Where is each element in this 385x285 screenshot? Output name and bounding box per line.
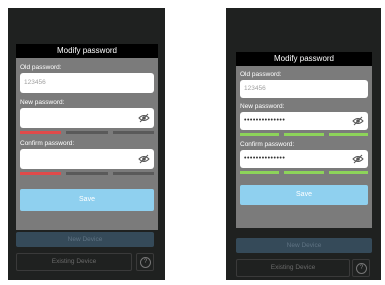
strength-segment (66, 131, 108, 134)
strength-segment (112, 131, 154, 134)
strength-segment (240, 171, 280, 174)
strength-segment (240, 133, 280, 136)
new-password-input[interactable]: •••••••••••••• (240, 112, 368, 130)
save-button[interactable]: Save (240, 185, 368, 205)
confirm-password-strength (20, 172, 154, 175)
help-icon: ? (356, 263, 367, 274)
old-password-label: Old password: (20, 64, 62, 71)
confirm-password-strength (240, 171, 368, 174)
new-password-value: •••••••••••••• (244, 117, 286, 124)
new-password-label: New password: (20, 99, 65, 106)
strength-segment (284, 133, 324, 136)
new-password-strength (240, 133, 368, 136)
modify-password-dialog: Modify password Old password: 123456 New… (236, 52, 372, 228)
hide-password-icon[interactable] (352, 116, 364, 126)
new-password-strength (20, 131, 154, 134)
confirm-password-label: Confirm password: (20, 140, 75, 147)
old-password-placeholder: 123456 (244, 85, 266, 92)
confirm-password-label: Confirm password: (240, 141, 295, 148)
existing-device-button[interactable]: Existing Device (16, 253, 132, 271)
modify-password-dialog: Modify password Old password: 123456 New… (16, 44, 158, 230)
hide-password-icon[interactable] (352, 154, 364, 164)
dialog-title: Modify password (236, 52, 372, 66)
phone-screen-right: Modify password Old password: 123456 New… (226, 8, 381, 280)
phone-screen-left: Modify password Old password: 123456 New… (8, 8, 165, 280)
dialog-title: Modify password (16, 44, 158, 58)
strength-segment (328, 133, 368, 136)
new-device-button[interactable]: New Device (236, 238, 372, 253)
old-password-label: Old password: (240, 71, 282, 78)
strength-segment (284, 171, 324, 174)
help-button[interactable]: ? (352, 259, 370, 277)
new-password-input[interactable] (20, 108, 154, 128)
strength-segment (20, 131, 62, 134)
strength-segment (66, 172, 108, 175)
old-password-input[interactable]: 123456 (240, 80, 368, 98)
strength-segment (328, 171, 368, 174)
strength-segment (20, 172, 62, 175)
new-device-button[interactable]: New Device (16, 232, 154, 247)
old-password-input[interactable]: 123456 (20, 73, 154, 93)
hide-password-icon[interactable] (138, 113, 150, 123)
confirm-password-value: •••••••••••••• (244, 155, 286, 162)
save-button[interactable]: Save (20, 189, 154, 211)
confirm-password-input[interactable] (20, 149, 154, 169)
help-button[interactable]: ? (136, 253, 154, 271)
help-icon: ? (140, 257, 151, 268)
old-password-placeholder: 123456 (24, 79, 46, 86)
new-password-label: New password: (240, 103, 285, 110)
existing-device-button[interactable]: Existing Device (236, 259, 350, 277)
confirm-password-input[interactable]: •••••••••••••• (240, 150, 368, 168)
strength-segment (112, 172, 154, 175)
hide-password-icon[interactable] (138, 154, 150, 164)
